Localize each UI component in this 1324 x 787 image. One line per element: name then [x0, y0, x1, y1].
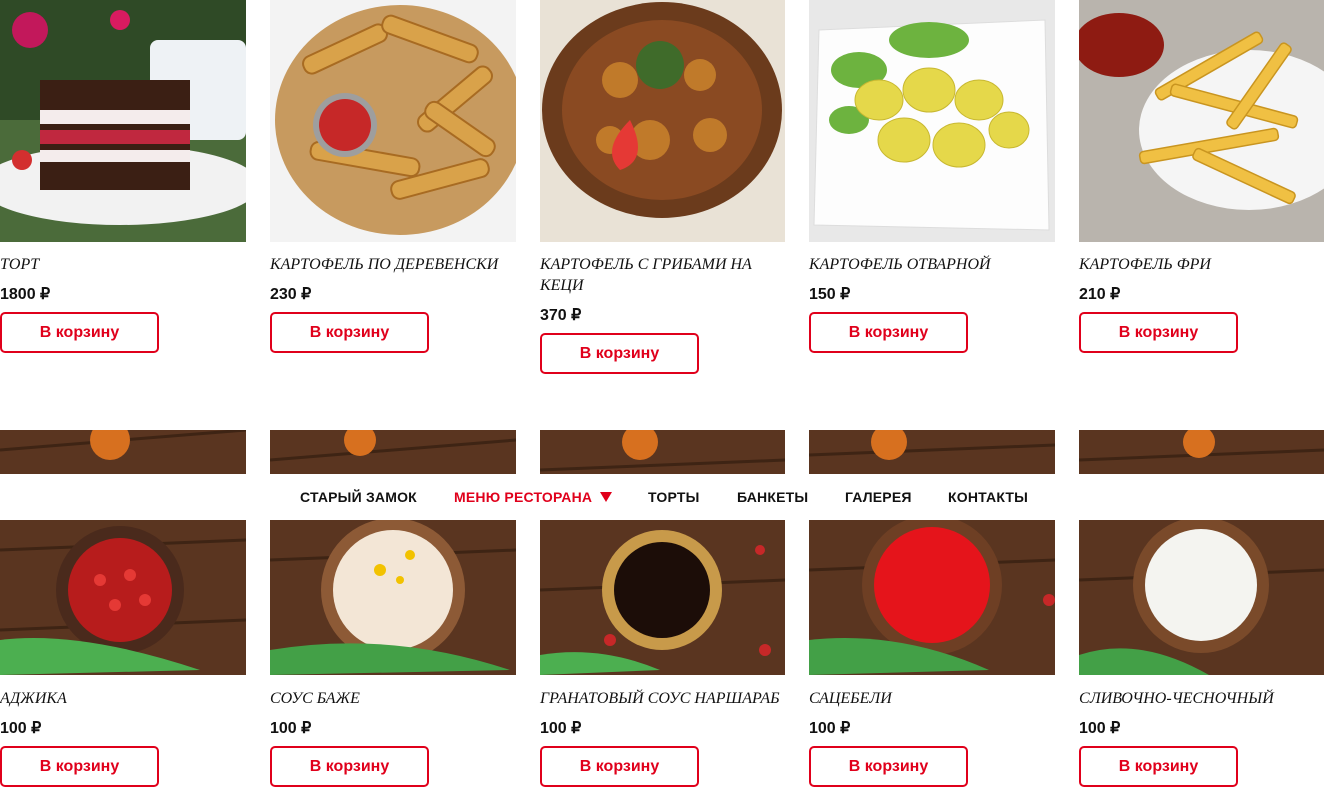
product-price: 210 ₽ — [1079, 286, 1121, 303]
add-to-cart-button[interactable]: В корзину — [270, 312, 429, 353]
product-card: Торт 1800 ₽ В корзину — [0, 0, 246, 360]
french-fries-photo[interactable] — [1079, 0, 1324, 242]
product-name: Картофель по деревенски — [270, 256, 499, 273]
nav-item-cakes[interactable]: Торты — [648, 474, 700, 520]
potatoes-mushrooms-photo[interactable] — [540, 0, 785, 242]
add-to-cart-button[interactable]: В корзину — [809, 746, 968, 787]
add-to-cart-button[interactable]: В корзину — [809, 312, 968, 353]
adjika-sauce-photo[interactable] — [0, 430, 246, 675]
product-card: Картофель с грибами на кеци 370 ₽ В корз… — [540, 0, 786, 380]
main-nav: Старый замок Меню ресторана Торты Банкет… — [0, 474, 1324, 520]
product-name: Картофель отварной — [809, 256, 991, 273]
caret-down-icon — [600, 492, 613, 502]
bazhe-sauce-photo[interactable] — [270, 430, 516, 675]
cake-slice-photo[interactable] — [0, 0, 246, 242]
product-price: 100 ₽ — [270, 720, 312, 737]
country-potatoes-photo[interactable] — [270, 0, 516, 242]
narsharab-sauce-photo[interactable] — [540, 430, 785, 675]
add-to-cart-button[interactable]: В корзину — [0, 312, 159, 353]
product-card: Картофель фри 210 ₽ В корзину — [1079, 0, 1324, 360]
add-to-cart-button[interactable]: В корзину — [270, 746, 429, 787]
satsebeli-sauce-photo[interactable] — [809, 430, 1055, 675]
add-to-cart-button[interactable]: В корзину — [1079, 312, 1238, 353]
product-name: Аджика — [0, 690, 67, 707]
nav-item-old-castle[interactable]: Старый замок — [300, 474, 417, 520]
add-to-cart-button[interactable]: В корзину — [0, 746, 159, 787]
nav-item-restaurant-menu[interactable]: Меню ресторана — [454, 474, 613, 520]
product-price: 100 ₽ — [540, 720, 582, 737]
garlic-cream-sauce-photo[interactable] — [1079, 430, 1324, 675]
product-card: Картофель отварной 150 ₽ В корзину — [809, 0, 1055, 360]
product-name: Картофель фри — [1079, 256, 1211, 273]
product-name: Торт — [0, 256, 40, 273]
add-to-cart-button[interactable]: В корзину — [540, 746, 699, 787]
boiled-potatoes-photo[interactable] — [809, 0, 1055, 242]
product-price: 150 ₽ — [809, 286, 851, 303]
nav-item-label: Меню ресторана — [454, 489, 593, 505]
product-price: 100 ₽ — [1079, 720, 1121, 737]
product-name: Картофель с грибами на кеци — [540, 256, 752, 294]
product-price: 100 ₽ — [809, 720, 851, 737]
nav-item-contacts[interactable]: Контакты — [948, 474, 1028, 520]
product-name: Сливочно-чесночный — [1079, 690, 1274, 707]
add-to-cart-button[interactable]: В корзину — [540, 333, 699, 374]
product-price: 1800 ₽ — [0, 286, 51, 303]
product-card: Картофель по деревенски 230 ₽ В корзину — [270, 0, 516, 360]
add-to-cart-button[interactable]: В корзину — [1079, 746, 1238, 787]
product-name: Сацебели — [809, 690, 892, 707]
product-price: 230 ₽ — [270, 286, 312, 303]
product-name: Гранатовый соус наршараб — [540, 690, 780, 707]
nav-item-gallery[interactable]: Галерея — [845, 474, 912, 520]
product-price: 370 ₽ — [540, 307, 582, 324]
nav-item-banquets[interactable]: Банкеты — [737, 474, 808, 520]
product-name: Соус баже — [270, 690, 360, 707]
product-price: 100 ₽ — [0, 720, 42, 737]
